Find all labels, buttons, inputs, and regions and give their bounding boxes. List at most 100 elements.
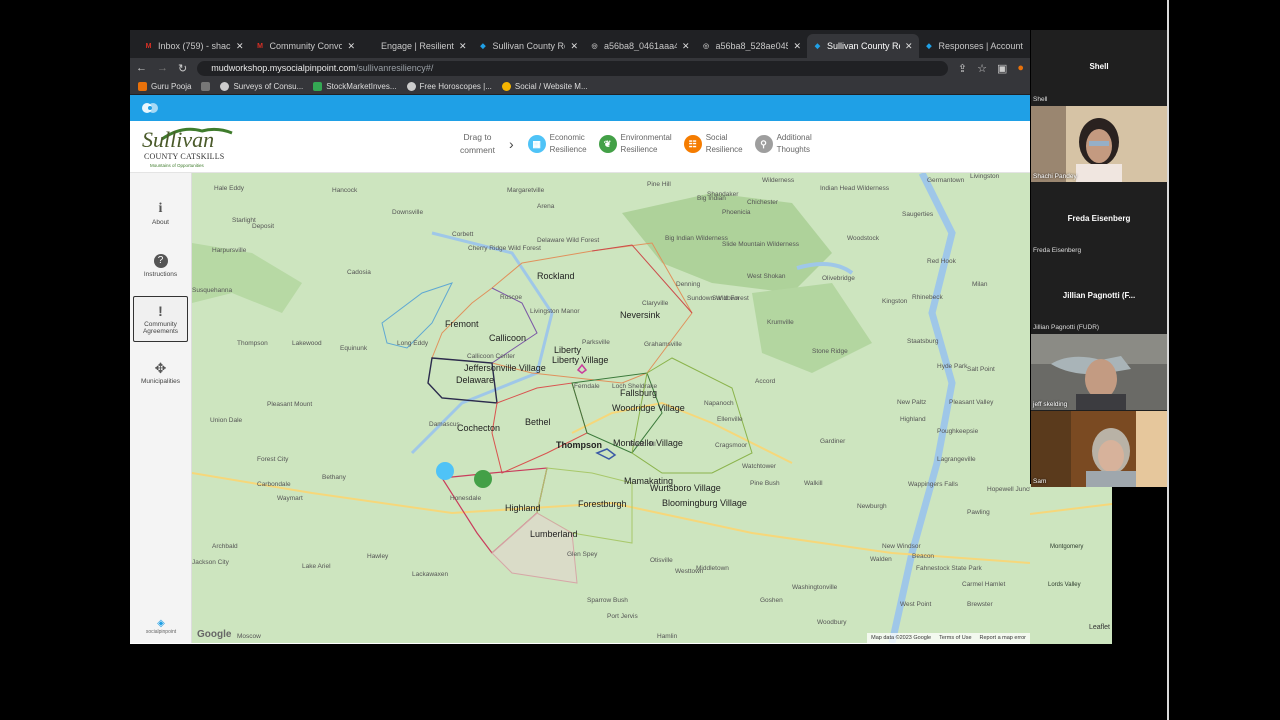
map-label: Cochecton (457, 423, 501, 433)
close-icon[interactable]: ✕ (905, 41, 913, 52)
bookmark-label: Guru Pooja (151, 81, 192, 91)
sidebar-item-instructions[interactable]: ? Instructions (133, 243, 188, 289)
map-town-label: Rock Hill (630, 441, 656, 448)
browser-tab-active[interactable]: ◆ Sullivan County Resilie ✕ (807, 34, 919, 58)
browser-tab[interactable]: M Community Convo Not ✕ (250, 34, 362, 58)
map-label: Fremont (445, 319, 479, 329)
browser-tab[interactable]: ◎ a56ba8_528ae04558 ✕ (696, 34, 808, 58)
close-icon[interactable]: ✕ (347, 41, 355, 52)
map-town-label: Moscow (237, 633, 261, 640)
bookmark[interactable]: Social / Website M... (501, 81, 588, 91)
forward-icon[interactable]: → (157, 62, 168, 74)
legend-label-line: Additional (776, 133, 812, 142)
socialpinpoint-logo-icon (142, 103, 158, 113)
map-town-label: Thompson (237, 340, 268, 347)
map-town-label: Delaware Wild Forest (537, 237, 600, 244)
participant-video[interactable]: jeff skelding (1031, 334, 1167, 410)
map-town-label: Lackawaxen (412, 571, 449, 578)
legend-economic[interactable]: ▦ Economic Resilience (527, 132, 587, 156)
browser-tab[interactable]: ◎ a56ba8_0461aaa49b4 ✕ (584, 34, 696, 58)
google-logo: Google (197, 629, 232, 640)
sidebar-item-about[interactable]: i About (133, 191, 188, 237)
reload-icon[interactable]: ↻ (178, 62, 187, 75)
map-town-label: Equinunk (340, 345, 368, 352)
map-label: Thompson (556, 440, 602, 450)
participant-video-label: jeff skelding (1033, 401, 1068, 408)
url-field[interactable]: mudworkshop.mysocialpinpoint.com/sulliva… (197, 60, 948, 76)
sidebar-item-community-agreements[interactable]: ! Community Agreements (133, 296, 188, 342)
logo-line-3: Mountains of Opportunities (150, 163, 204, 168)
profile-icon[interactable]: ● (1017, 62, 1024, 74)
leaf-icon[interactable]: ❦ (598, 135, 617, 153)
map-label: Highland (505, 503, 541, 513)
map-town-label: Cragsmoor (715, 442, 748, 449)
close-icon[interactable]: ✕ (236, 41, 244, 52)
browser-tab[interactable]: ◆ Sullivan County Resilie ✕ (473, 34, 585, 58)
map-town-label: Susquehanna (192, 287, 233, 294)
map-overflow-canvas (1030, 484, 1112, 644)
map-label: Liberty Village (552, 355, 609, 365)
exclamation-icon: ! (158, 302, 163, 319)
economic-pin-icon[interactable] (436, 462, 454, 480)
star-icon[interactable]: ☆ (977, 62, 987, 75)
map-town-label: Cherry Ridge Wild Forest (468, 245, 541, 252)
close-icon[interactable]: ✕ (682, 41, 690, 52)
participant-sub: Jillian Pagnotti (FUDR) (1033, 324, 1100, 331)
share-icon[interactable]: ⇪ (958, 62, 967, 75)
legend-label-line: Social (705, 133, 728, 142)
bookmark[interactable]: StockMarketInves... (313, 81, 397, 91)
map-town-label: Stone Ridge (812, 348, 848, 355)
sidebar-item-municipalities[interactable]: ✥ Municipalities (133, 350, 188, 396)
bookmark[interactable] (201, 81, 211, 91)
bookmark[interactable]: Free Horoscopes |... (406, 81, 492, 91)
participant-video[interactable]: Shachi Pandey (1031, 106, 1167, 182)
map-town-label: Pleasant Mount (267, 401, 313, 408)
participant-name: Shell (1089, 62, 1109, 71)
bookmarks-bar: Guru Pooja Surveys of Consu... StockMark… (130, 78, 1030, 95)
map[interactable]: Rockland Neversink Fremont Callicoon Lib… (192, 173, 1030, 643)
map-town-label: Forest City (257, 456, 289, 463)
browser-tab[interactable]: M Inbox (759) - shachi.p ✕ (138, 34, 250, 58)
browser-tab[interactable]: ◆ Responses | Account A (919, 34, 1031, 58)
legend-additional[interactable]: ⚲ Additional Thoughts (754, 132, 812, 156)
socialpinpoint-footer[interactable]: ◈ socialpinpoint (138, 618, 184, 635)
move-icon: ✥ (154, 360, 167, 376)
map-town-label: Big Indian (697, 195, 726, 202)
people-icon[interactable]: ☷ (683, 135, 702, 153)
close-icon[interactable]: ✕ (459, 41, 467, 52)
map-town-label: Arena (537, 203, 555, 210)
map-town-label: Krumville (767, 319, 794, 326)
sullivan-county-logo[interactable]: Sullivan COUNTY CATSKILLS Mountains of O… (142, 123, 234, 171)
environmental-pin-icon[interactable] (474, 470, 492, 488)
map-label: Bloomingburg Village (662, 498, 747, 508)
map-town-label: Fahnestock State Park (916, 565, 982, 572)
drag-hint: Drag to comment (460, 131, 495, 157)
legend-label: Social Resilience (706, 132, 743, 156)
map-town-label: Lake Ariel (302, 563, 331, 570)
close-icon[interactable]: ✕ (793, 41, 801, 52)
browser-tab[interactable]: Engage | Resilient Sulli ✕ (361, 34, 473, 58)
terms-link[interactable]: Terms of Use (939, 635, 971, 641)
extension-icon[interactable]: ▣ (997, 62, 1007, 75)
map-canvas[interactable] (192, 173, 1030, 643)
leaflet-credit[interactable]: Leaflet (1089, 624, 1110, 631)
globe-icon (220, 81, 230, 91)
back-icon[interactable]: ← (136, 62, 147, 74)
map-town-label: Carbondale (257, 481, 291, 488)
legend-social[interactable]: ☷ Social Resilience (683, 132, 743, 156)
bookmark[interactable]: Surveys of Consu... (220, 81, 303, 91)
map-town-label: Livingston Manor (530, 308, 580, 315)
close-icon[interactable]: ✕ (570, 41, 578, 52)
map-town-label: Hale Eddy (214, 185, 244, 192)
map-town-label: Grahamsville (644, 341, 682, 348)
map-town-label: Indian Head Wilderness (820, 185, 890, 192)
economic-icon[interactable]: ▦ (527, 135, 546, 153)
bookmark[interactable]: Guru Pooja (138, 81, 192, 91)
map-town-label: Livingston (970, 173, 1000, 180)
map-town-label: Damascus (429, 421, 460, 428)
participant-video[interactable]: Sam (1031, 411, 1167, 487)
report-error-link[interactable]: Report a map error (980, 635, 1026, 641)
pin-icon[interactable]: ⚲ (754, 135, 773, 153)
legend-environmental[interactable]: ❦ Environmental Resilience (598, 132, 672, 156)
map-town-label: Washingtonville (792, 584, 838, 591)
